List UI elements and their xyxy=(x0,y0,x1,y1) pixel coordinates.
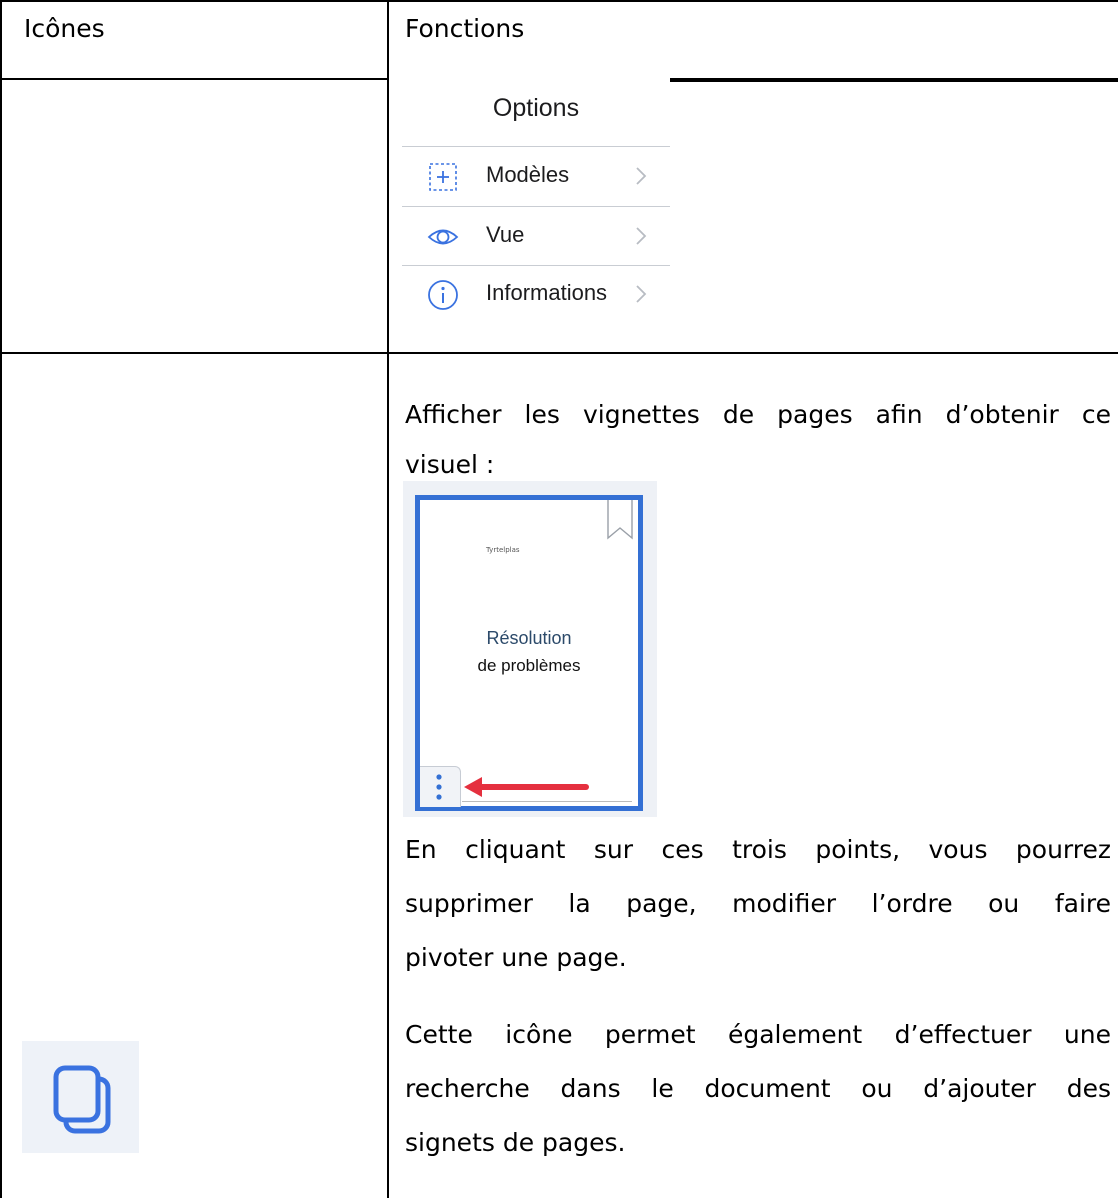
text-line: signets de pages. xyxy=(405,1128,626,1157)
column-header-icons: Icônes xyxy=(24,14,105,43)
paragraph-three-dots: En cliquant sur ces trois points, vous p… xyxy=(405,825,1111,983)
separator xyxy=(402,146,670,147)
menu-item-label: Vue xyxy=(486,222,525,247)
options-title: Options xyxy=(492,94,580,122)
row1-bottom-border xyxy=(0,352,1118,354)
menu-item-modeles[interactable]: Modèles xyxy=(402,148,670,206)
add-template-icon xyxy=(429,163,457,191)
header-bottom-border xyxy=(0,78,388,80)
text-line: Cette icône permet également d’effectuer… xyxy=(405,1020,1111,1049)
thumbnail-title-line1: Résolution xyxy=(486,628,572,648)
bookmark-icon xyxy=(607,500,633,540)
thumbnail-small-text: Tyrtelplas xyxy=(486,546,520,554)
page-thumbnail-screenshot: Tyrtelplas Résolution de problèmes xyxy=(403,481,657,817)
paragraph-icon-description: Cette icône permet également d’effectuer… xyxy=(405,1010,1111,1168)
info-icon xyxy=(428,280,458,310)
pages-icon-tile[interactable] xyxy=(22,1041,139,1153)
eye-icon xyxy=(427,229,459,245)
page-options-tab[interactable] xyxy=(420,766,461,807)
menu-item-label: Modèles xyxy=(486,162,570,187)
text-line: pivoter une page. xyxy=(405,943,627,972)
text-line: supprimer la page, modifier l’ordre ou f… xyxy=(405,889,1111,918)
text-line: recherche dans le document ou d’ajouter … xyxy=(405,1074,1111,1103)
thumbnails-intro-text: Afficher les vignettes de pages afin d’o… xyxy=(405,400,1111,490)
footer-line xyxy=(462,801,632,802)
chevron-right-icon xyxy=(636,167,647,185)
thumbnail-title-line2: de problèmes xyxy=(477,656,581,675)
column-divider xyxy=(387,0,389,1198)
menu-item-informations[interactable]: Informations xyxy=(402,266,670,324)
page-thumbnail: Tyrtelplas Résolution de problèmes xyxy=(415,495,643,811)
column-header-functions: Fonctions xyxy=(405,14,525,43)
pages-copy-icon xyxy=(53,1065,111,1134)
text-line: En cliquant sur ces trois points, vous p… xyxy=(405,835,1111,864)
table-top-border xyxy=(0,0,1118,2)
chevron-right-icon xyxy=(636,227,647,245)
separator xyxy=(402,206,670,207)
text-line: Afficher les vignettes de pages afin d’o… xyxy=(405,400,1111,429)
menu-item-label: Informations xyxy=(486,280,608,305)
red-arrow-icon xyxy=(464,777,589,797)
options-panel: Options Modèles Vue Informations xyxy=(402,80,670,323)
three-dots-icon xyxy=(436,774,442,800)
table-left-border xyxy=(0,0,2,1198)
menu-item-vue[interactable]: Vue xyxy=(402,208,670,266)
header-bottom-border-right xyxy=(670,78,1118,82)
chevron-right-icon xyxy=(636,285,647,303)
